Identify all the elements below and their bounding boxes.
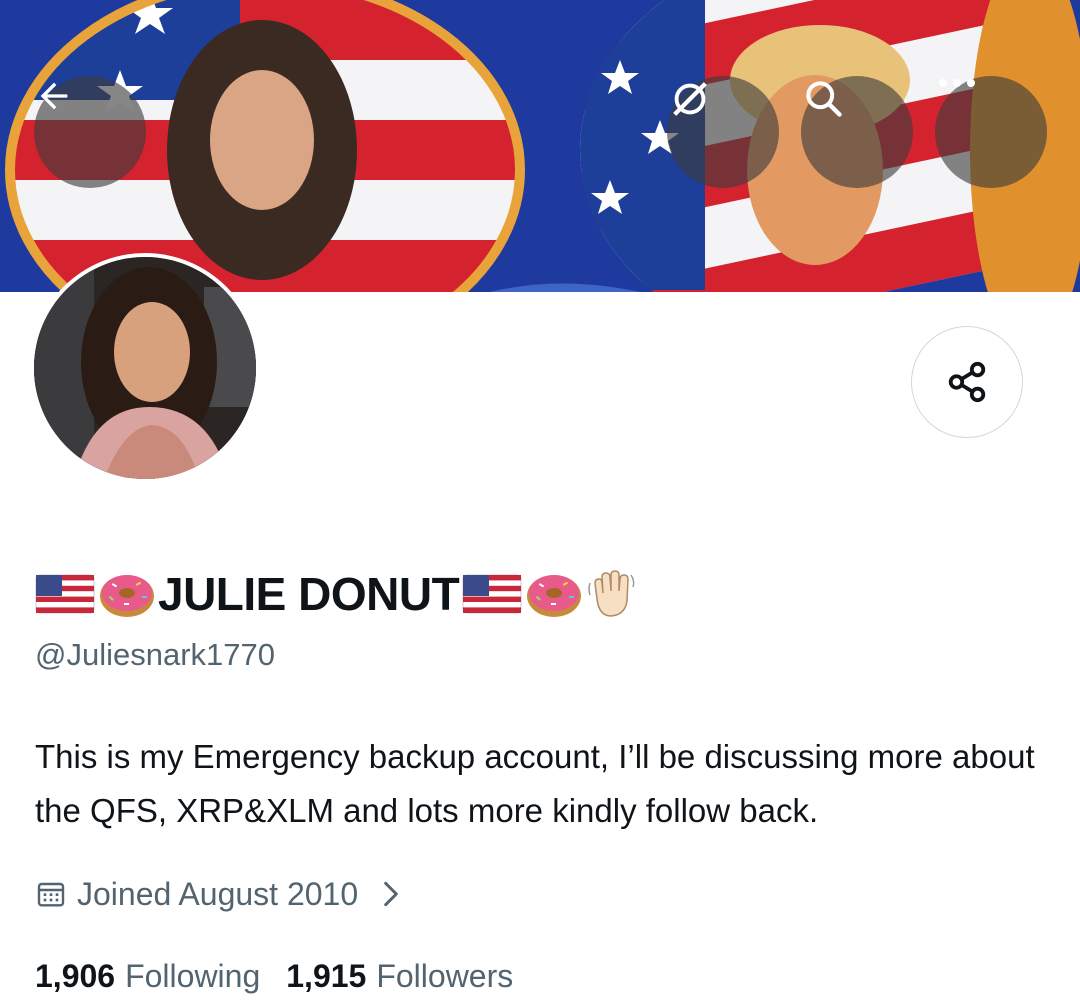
arrow-left-icon: [40, 82, 68, 110]
joined-date-row[interactable]: Joined August 2010: [35, 872, 402, 916]
display-name: JULIE DONUT: [158, 568, 460, 620]
more-button[interactable]: [935, 76, 1047, 188]
following-link[interactable]: 1,906 Following: [35, 958, 260, 995]
joined-date: Joined August 2010: [77, 875, 359, 912]
grok-icon: [673, 82, 707, 116]
share-icon: [948, 361, 986, 403]
chevron-right-icon: [384, 881, 398, 907]
donut-emoji: [98, 569, 156, 619]
search-icon: [806, 81, 842, 117]
followers-label: Followers: [376, 958, 514, 994]
profile-handle: @Juliesnark1770: [35, 637, 275, 672]
profile-avatar[interactable]: [30, 253, 260, 483]
grok-button[interactable]: [667, 76, 779, 188]
profile-bio: This is my Emergency backup account, I’l…: [35, 738, 1035, 829]
profile-banner[interactable]: [0, 0, 1080, 292]
share-button[interactable]: [911, 326, 1023, 438]
search-button[interactable]: [801, 76, 913, 188]
following-count: 1,906: [35, 958, 116, 994]
following-label: Following: [125, 958, 261, 994]
us-flag-emoji: [461, 569, 523, 619]
followers-count: 1,915: [286, 958, 367, 994]
waving-hand-emoji: [585, 569, 637, 619]
calendar-icon: [37, 882, 65, 907]
us-flag-emoji: [34, 569, 96, 619]
banner-image: [0, 0, 1080, 292]
avatar-photo: [34, 257, 256, 479]
followers-link[interactable]: 1,915 Followers: [286, 958, 513, 995]
more-horizontal-icon: [939, 79, 975, 87]
display-name-row: JULIE DONUT: [34, 565, 637, 623]
donut-emoji: [525, 569, 583, 619]
back-button[interactable]: [34, 76, 146, 188]
follow-stats: 1,906 Following 1,915 Followers: [35, 958, 513, 995]
